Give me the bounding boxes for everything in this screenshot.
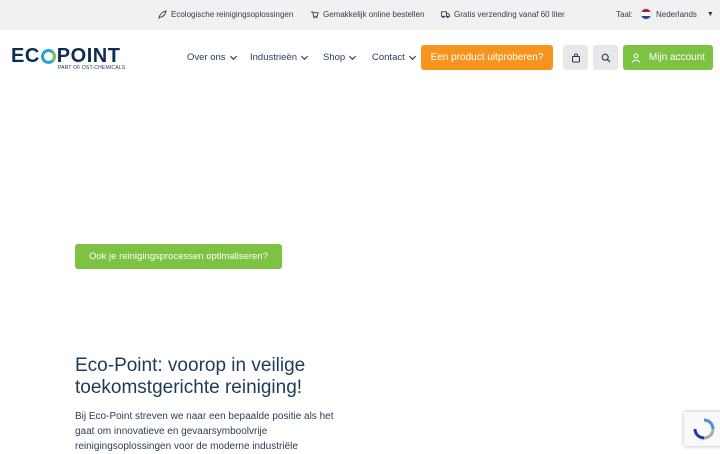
nav-label: Over ons <box>187 52 226 63</box>
nav-industrieen[interactable]: Industrieën <box>250 52 309 63</box>
logo-text-start: EC <box>11 45 40 67</box>
try-product-button[interactable]: Een product uitproberen? <box>421 45 553 70</box>
shopping-bag-icon <box>571 53 580 62</box>
cart-button[interactable] <box>563 45 588 70</box>
usp-text: Gratis verzending vanaf 60 liter <box>454 10 565 19</box>
search-button[interactable] <box>593 45 618 70</box>
language-label: Taal: <box>616 10 633 19</box>
caret-down-icon: ▼ <box>706 10 714 18</box>
user-icon <box>631 53 640 63</box>
language-selector[interactable]: Nederlands ▼ <box>640 8 714 20</box>
search-icon <box>601 53 610 62</box>
nav-label: Shop <box>323 52 346 63</box>
chevron-down-icon <box>349 55 357 61</box>
nav-contact[interactable]: Contact <box>372 52 417 63</box>
language-value: Nederlands <box>656 9 697 19</box>
nav-shop[interactable]: Shop <box>323 52 357 63</box>
chevron-down-icon <box>229 55 237 61</box>
chevron-down-icon <box>408 55 416 61</box>
usp-online-ordering: Gemakkelijk online bestellen <box>310 10 424 19</box>
nav-label: Industrieën <box>250 52 298 63</box>
recaptcha-badge[interactable] <box>684 412 720 446</box>
account-label: Mijn account <box>648 52 706 63</box>
usp-free-shipping: Gratis verzending vanaf 60 liter <box>441 10 565 19</box>
eco-point-logo[interactable]: EC POINT PART OF DST-CHEMICALS <box>11 45 126 71</box>
nav-over-ons[interactable]: Over ons <box>187 52 238 63</box>
my-account-button[interactable]: Mijn account <box>623 45 713 70</box>
usp-ecological: Ecologische reinigingsoplossingen <box>158 10 293 19</box>
nav-label: Contact <box>372 52 405 63</box>
logo-subtitle: PART OF DST-CHEMICALS <box>58 65 126 71</box>
usp-text: Ecologische reinigingsoplossingen <box>171 10 294 19</box>
recaptcha-icon <box>693 418 715 440</box>
chevron-down-icon <box>300 55 309 61</box>
top-bar: Ecologische reinigingsoplossingen Gemakk… <box>0 0 720 30</box>
logo-circle-icon <box>40 48 56 64</box>
leaf-icon <box>158 10 167 19</box>
netherlands-flag-icon <box>640 8 652 20</box>
intro-title: Eco-Point: voorop in veilige toekomstger… <box>75 355 306 398</box>
intro-paragraph: Bij Eco-Point streven we naar een bepaal… <box>75 411 334 452</box>
logo-text-end: POINT <box>56 45 121 67</box>
usp-text: Gemakkelijk online bestellen <box>323 10 425 19</box>
optimize-processes-button[interactable]: Ook je reinigingsprocessen optimaliseren… <box>75 244 282 269</box>
truck-icon <box>441 11 450 19</box>
cart-icon <box>310 11 319 19</box>
